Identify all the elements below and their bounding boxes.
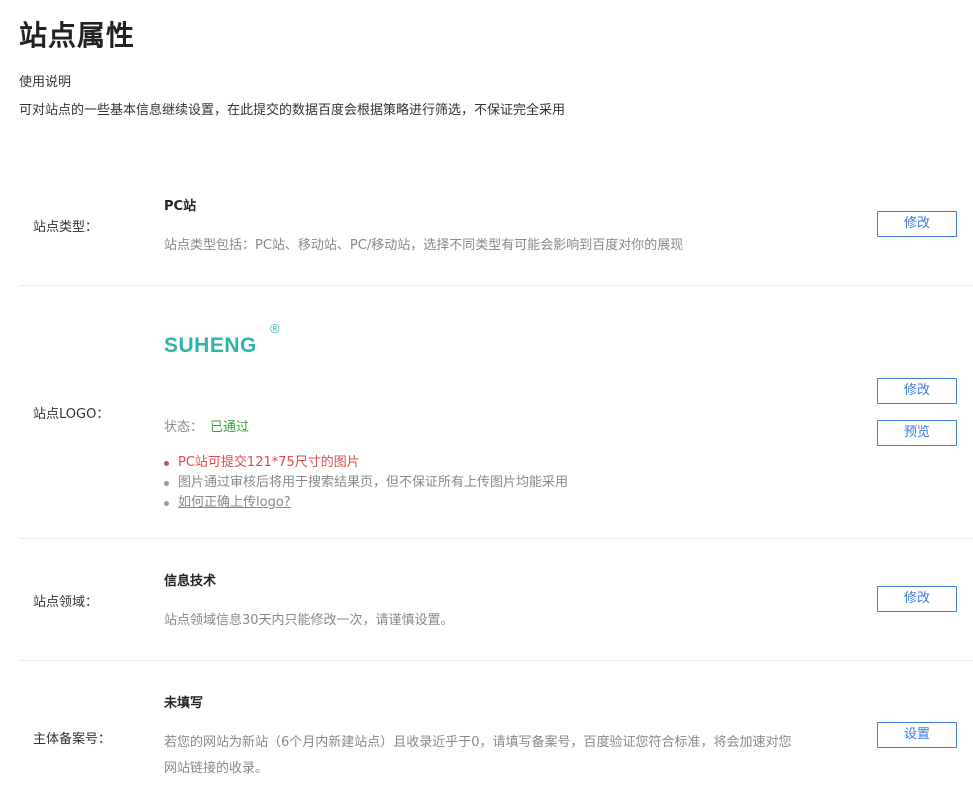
logo-help-link[interactable]: 如何正确上传logo? — [178, 495, 291, 510]
bullet-icon — [164, 481, 169, 486]
logo-text: SUHENG — [164, 334, 257, 357]
icp-section: 主体备案号： 未填写 若您的网站为新站（6个月内新建站点）且收录近乎于0，请填写… — [19, 661, 973, 801]
icp-set-button[interactable]: 设置 — [877, 722, 957, 748]
logo-help-link-item[interactable]: 如何正确上传logo? — [164, 493, 568, 513]
site-logo-preview-button[interactable]: 预览 — [877, 420, 957, 446]
usage-description: 可对站点的一些基本信息继续设置，在此提交的数据百度会根据策略进行筛选，不保证完全… — [19, 103, 566, 118]
bullet-icon — [164, 461, 169, 466]
site-logo-label: 站点LOGO： — [33, 407, 110, 422]
icp-description-line: 网站链接的收录。 — [164, 761, 269, 776]
usage-title: 使用说明 — [19, 75, 72, 90]
site-domain-section: 站点领域： 信息技术 站点领域信息30天内只能修改一次，请谨慎设置。 修改 — [19, 539, 973, 660]
site-logo-image: SUHENG ® — [164, 321, 294, 361]
site-domain-value: 信息技术 — [164, 574, 217, 589]
icp-description-line: 若您的网站为新站（6个月内新建站点）且收录近乎于0，请填写备案号，百度验证您符合… — [164, 735, 792, 750]
site-domain-description: 站点领域信息30天内只能修改一次，请谨慎设置。 — [164, 613, 454, 628]
icp-description: 若您的网站为新站（6个月内新建站点）且收录近乎于0，请填写备案号，百度验证您符合… — [164, 730, 792, 782]
bullet-icon — [164, 501, 169, 506]
list-item: PC站可提交121*75尺寸的图片 — [164, 453, 568, 473]
page-title: 站点属性 — [19, 19, 136, 52]
site-type-description: 站点类型包括：PC站、移动站、PC/移动站，选择不同类型有可能会影响到百度对你的… — [164, 238, 684, 253]
icp-label: 主体备案号： — [33, 732, 112, 747]
logo-status-label: 状态： — [164, 420, 204, 435]
site-type-edit-button[interactable]: 修改 — [877, 211, 957, 237]
logo-status-value: 已通过 — [210, 420, 250, 435]
site-domain-edit-button[interactable]: 修改 — [877, 586, 957, 612]
list-item: 图片通过审核后将用于搜索结果页，但不保证所有上传图片均能采用 — [164, 473, 568, 493]
site-logo-edit-button[interactable]: 修改 — [877, 378, 957, 404]
registered-mark-icon: ® — [270, 321, 280, 336]
icp-value: 未填写 — [164, 696, 204, 711]
site-logo-section: SUHENG ® 站点LOGO： 状态： 已通过 修改 预览 PC站可提交121… — [19, 286, 973, 538]
site-type-label: 站点类型： — [33, 220, 99, 235]
site-domain-label: 站点领域： — [33, 595, 99, 610]
site-type-section: 站点类型： PC站 站点类型包括：PC站、移动站、PC/移动站，选择不同类型有可… — [19, 180, 973, 285]
logo-notes-list: PC站可提交121*75尺寸的图片 图片通过审核后将用于搜索结果页，但不保证所有… — [164, 453, 568, 513]
site-type-value: PC站 — [164, 199, 197, 214]
